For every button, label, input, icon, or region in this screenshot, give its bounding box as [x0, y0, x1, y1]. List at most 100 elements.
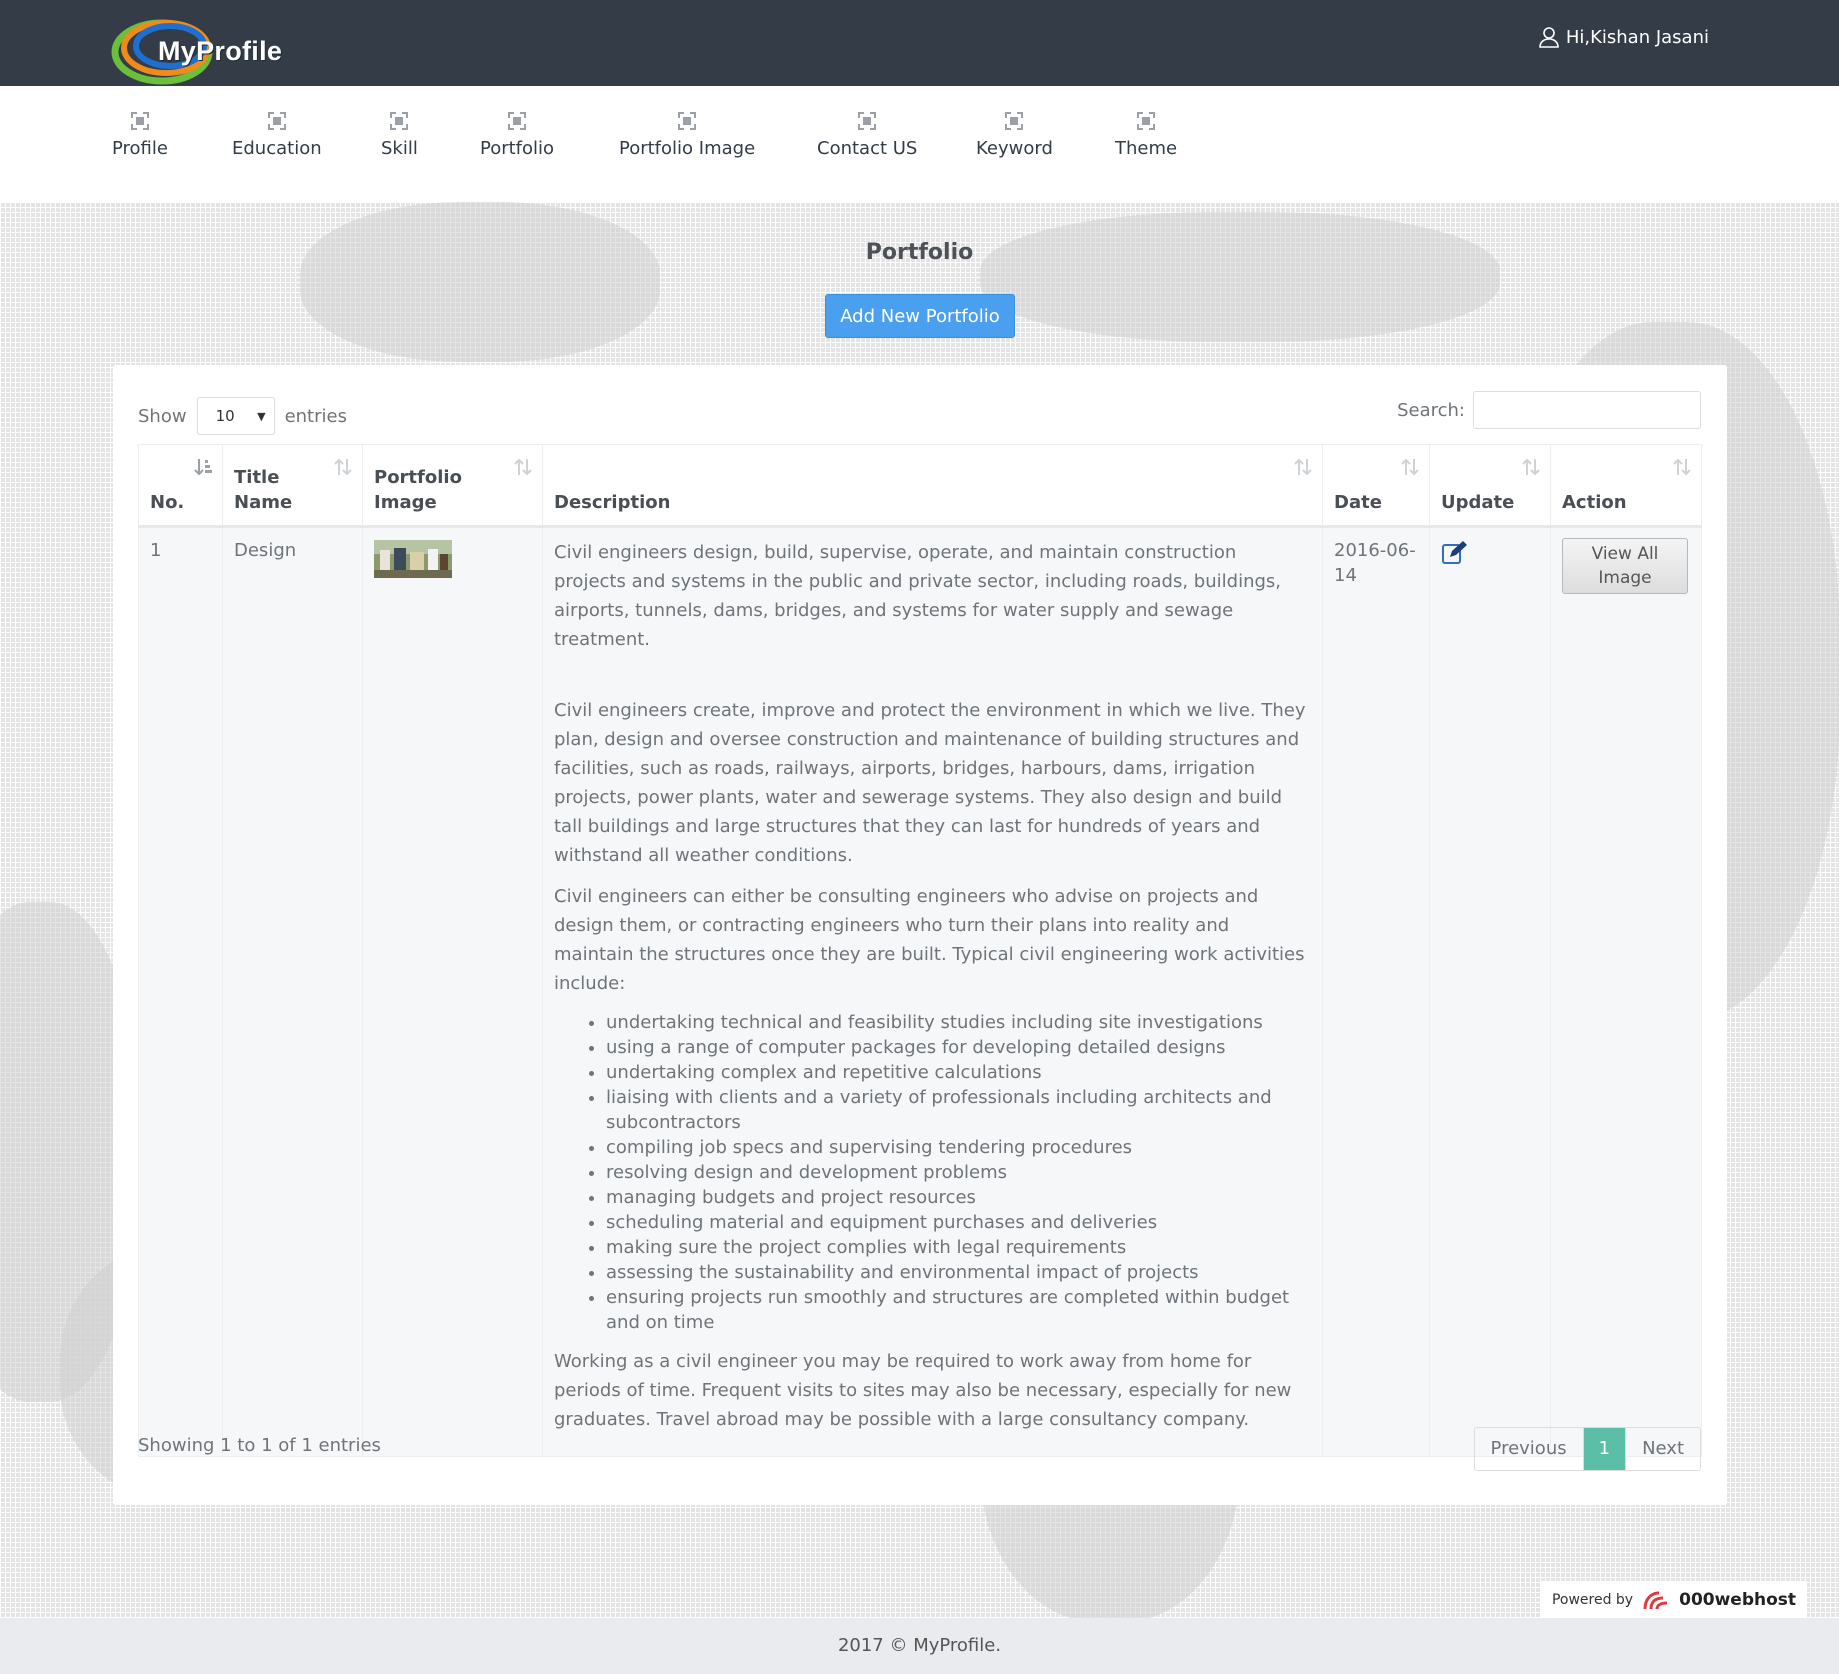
sort-icon	[1401, 458, 1419, 476]
nav-item-skill[interactable]: Skill	[381, 112, 418, 159]
search-label: Search:	[1397, 399, 1465, 421]
column-header-update[interactable]: Update	[1429, 444, 1551, 528]
nav-label: Skill	[381, 138, 418, 159]
footer: 2017 © MyProfile.	[0, 1618, 1839, 1674]
nav-item-portfolio[interactable]: Portfolio	[480, 112, 554, 159]
list-item: managing budgets and project resources	[606, 1185, 1311, 1210]
column-label: Date	[1334, 492, 1382, 513]
nav-item-contact-us[interactable]: Contact US	[817, 112, 917, 159]
main-nav: Profile Education Skill Portfolio Portfo…	[0, 86, 1839, 202]
list-item: resolving design and development problem…	[606, 1160, 1311, 1185]
portfolio-table-card: Show 10 ▼ entries Search: No. Title Name	[113, 365, 1727, 1505]
show-label: Show	[138, 405, 187, 427]
column-label: Title Name	[234, 467, 293, 513]
view-all-image-button[interactable]: View All Image	[1562, 538, 1688, 594]
nav-item-keyword[interactable]: Keyword	[976, 112, 1053, 159]
portfolio-table: No. Title Name Portfolio Image Descripti…	[138, 444, 1702, 1457]
column-label: Portfolio Image	[374, 467, 462, 513]
cell-description: Civil engineers design, build, supervise…	[542, 526, 1323, 1457]
column-header-portfolio-image[interactable]: Portfolio Image	[362, 444, 543, 528]
cell-date: 2016-06-14	[1322, 526, 1430, 1457]
map-landmass	[300, 202, 660, 362]
nav-label: Theme	[1115, 138, 1178, 159]
user-icon	[1539, 27, 1559, 48]
search-input[interactable]	[1473, 391, 1701, 429]
entries-value: 10	[215, 407, 235, 425]
description-paragraph: Civil engineers design, build, supervise…	[554, 542, 1282, 650]
nav-label: Portfolio	[480, 138, 555, 159]
column-label: Action	[1562, 492, 1627, 513]
nav-item-portfolio-image[interactable]: Portfolio Image	[619, 112, 755, 159]
list-item: liaising with clients and a variety of p…	[606, 1085, 1311, 1135]
caret-down-icon: ▼	[257, 409, 266, 423]
map-landmass	[980, 212, 1500, 342]
column-header-no[interactable]: No.	[138, 444, 223, 528]
table-info: Showing 1 to 1 of 1 entries	[138, 1435, 381, 1456]
powered-brand: 000webhost	[1679, 1590, 1797, 1610]
list-item: ensuring projects run smoothly and struc…	[606, 1285, 1311, 1335]
list-item: undertaking complex and repetitive calcu…	[606, 1060, 1311, 1085]
page-title: Portfolio	[865, 240, 974, 265]
nav-item-profile[interactable]: Profile	[112, 112, 168, 159]
powered-label: Powered by	[1551, 1592, 1634, 1608]
expand-icon	[508, 112, 527, 130]
entries-label: entries	[284, 405, 347, 427]
description-paragraph: Civil engineers create, improve and prot…	[554, 700, 1306, 866]
nav-label: Keyword	[976, 138, 1053, 159]
column-label: No.	[150, 492, 185, 513]
sort-ascending-icon	[194, 459, 212, 476]
sort-icon	[1522, 458, 1540, 476]
pagination-previous[interactable]: Previous	[1475, 1428, 1583, 1470]
column-header-date[interactable]: Date	[1322, 444, 1430, 528]
list-item: scheduling material and equipment purcha…	[606, 1210, 1311, 1235]
column-label: Update	[1441, 492, 1515, 513]
logo-text: MyProfile	[158, 36, 283, 66]
expand-icon	[1005, 112, 1024, 130]
sort-icon	[334, 458, 352, 476]
cell-no: 1	[138, 526, 223, 1457]
table-header-row: No. Title Name Portfolio Image Descripti…	[138, 444, 1702, 528]
webhost-logo-icon	[1643, 1591, 1668, 1610]
column-label: Description	[554, 492, 671, 513]
cell-title: Design	[222, 526, 363, 1457]
expand-icon	[130, 112, 149, 130]
expand-icon	[390, 112, 409, 130]
expand-icon	[267, 112, 286, 130]
nav-label: Profile	[112, 138, 168, 159]
nav-label: Contact US	[817, 138, 918, 159]
sort-icon	[514, 458, 532, 476]
nav-label: Education	[232, 138, 322, 159]
column-header-title-name[interactable]: Title Name	[222, 444, 363, 528]
user-greeting: Hi,Kishan Jasani	[1565, 26, 1709, 48]
list-item: assessing the sustainability and environ…	[606, 1260, 1311, 1285]
activities-list: undertaking technical and feasibility st…	[554, 1010, 1311, 1335]
expand-icon	[1137, 112, 1156, 130]
portfolio-thumbnail[interactable]	[374, 540, 452, 578]
edit-icon[interactable]	[1441, 540, 1467, 566]
pagination-next[interactable]: Next	[1626, 1428, 1700, 1470]
cell-portfolio-image	[362, 526, 543, 1457]
entries-length-control: Show 10 ▼ entries	[138, 397, 347, 435]
sort-icon	[1294, 458, 1312, 476]
list-item: using a range of computer packages for d…	[606, 1035, 1311, 1060]
user-menu[interactable]: Hi,Kishan Jasani	[1538, 26, 1709, 48]
table-row: 1 Design Civil engineers design, build, …	[138, 526, 1702, 1457]
description-paragraph: Working as a civil engineer you may be r…	[554, 1351, 1292, 1430]
list-item: compiling job specs and supervising tend…	[606, 1135, 1311, 1160]
column-header-description[interactable]: Description	[542, 444, 1323, 528]
top-bar: MyProfile Hi,Kishan Jasani	[0, 0, 1839, 86]
list-item: undertaking technical and feasibility st…	[606, 1010, 1311, 1035]
powered-by-badge[interactable]: Powered by 000webhost	[1541, 1581, 1807, 1619]
pagination-page-1[interactable]: 1	[1582, 1428, 1627, 1470]
expand-icon	[858, 112, 877, 130]
myprofile-logo[interactable]: MyProfile	[110, 18, 310, 86]
expand-icon	[678, 112, 697, 130]
pagination: Previous 1 Next	[1473, 1427, 1701, 1471]
cell-update	[1429, 526, 1551, 1457]
nav-item-theme[interactable]: Theme	[1115, 112, 1177, 159]
nav-item-education[interactable]: Education	[232, 112, 322, 159]
add-new-portfolio-button[interactable]: Add New Portfolio	[825, 294, 1015, 338]
column-header-action[interactable]: Action	[1550, 444, 1702, 528]
description-paragraph: Civil engineers can either be consulting…	[554, 886, 1305, 994]
entries-select[interactable]: 10 ▼	[196, 397, 275, 435]
